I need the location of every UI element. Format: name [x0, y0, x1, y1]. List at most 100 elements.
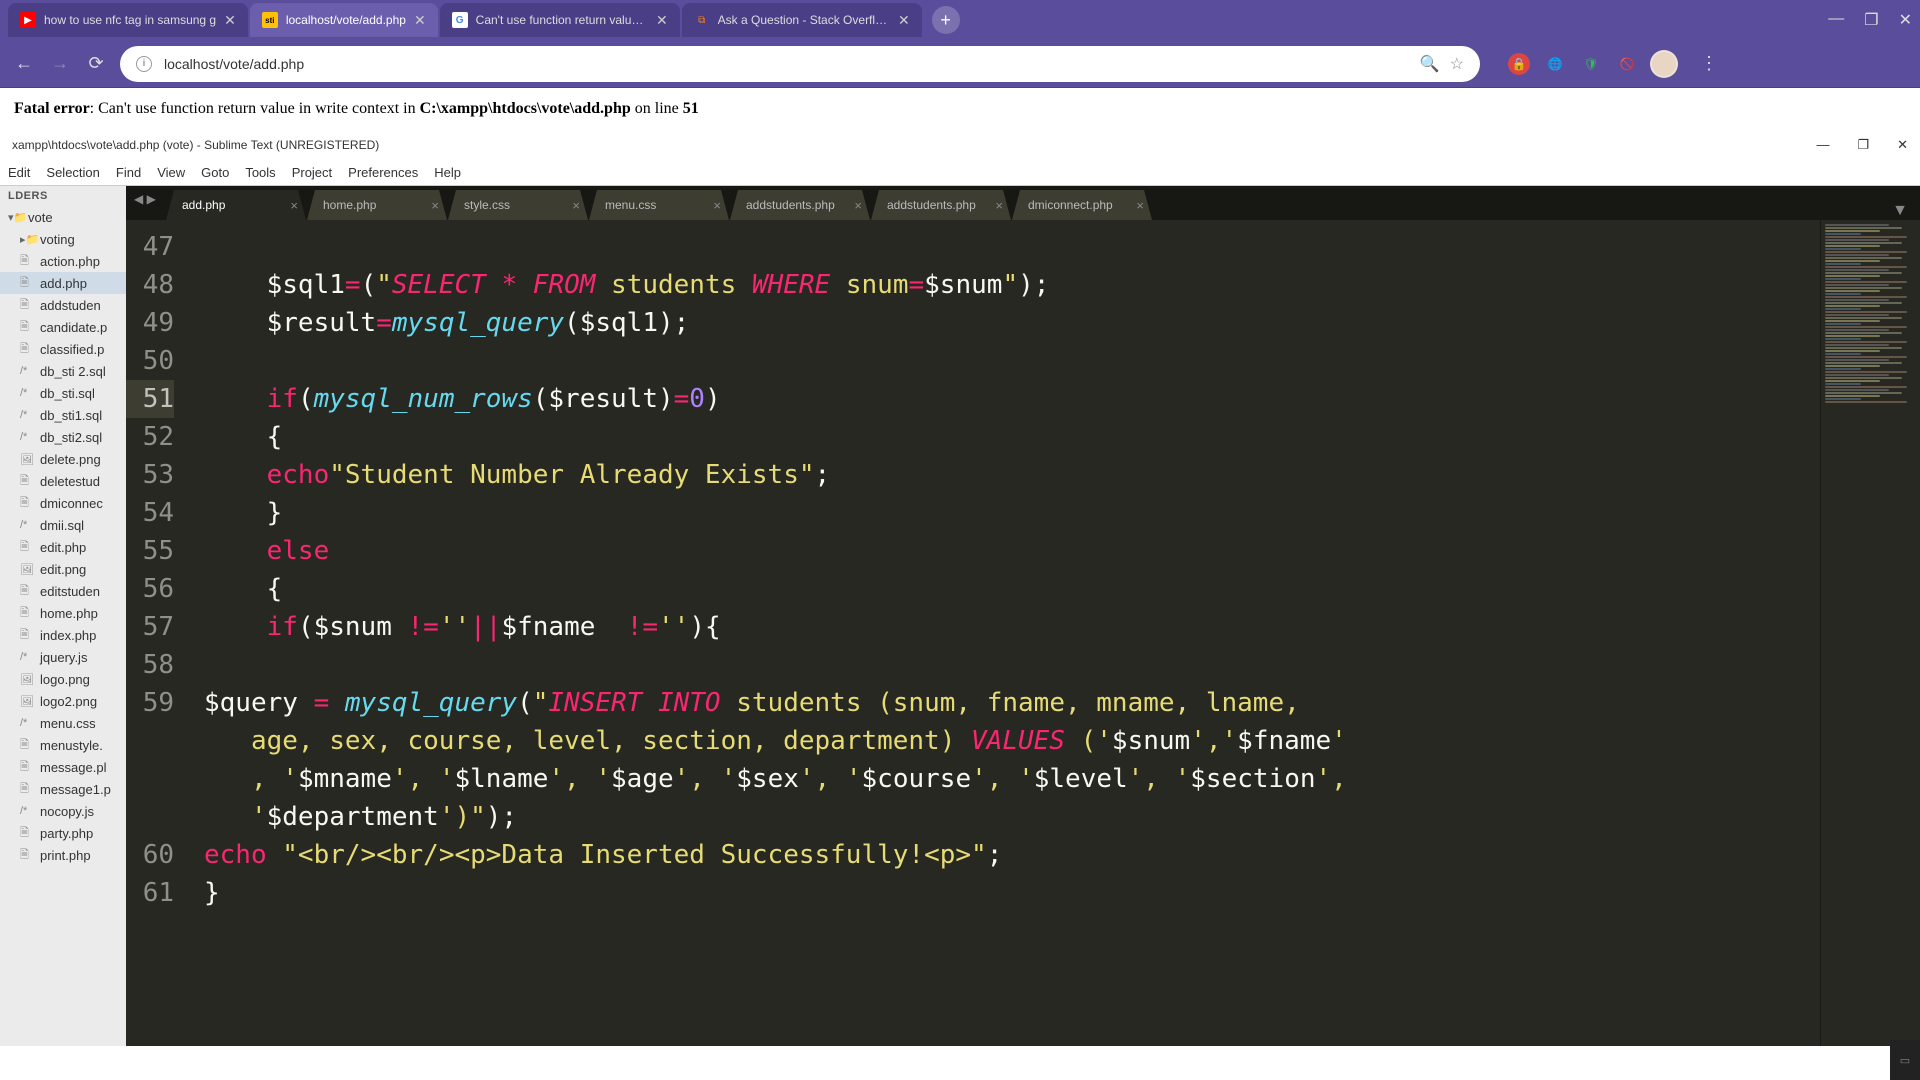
- code-line[interactable]: [204, 228, 1820, 266]
- url-input[interactable]: [164, 56, 1420, 72]
- sidebar-file[interactable]: /*menu.css: [0, 712, 126, 734]
- line-number[interactable]: 52: [126, 418, 174, 456]
- line-number[interactable]: 61: [126, 874, 174, 912]
- code-line[interactable]: {: [204, 570, 1820, 608]
- minimize-button[interactable]: —: [1816, 137, 1829, 153]
- browser-tab-youtube[interactable]: ▶ how to use nfc tag in samsung g ✕: [8, 3, 248, 37]
- sidebar-file[interactable]: 🗎add.php: [0, 272, 126, 294]
- sidebar-file[interactable]: 🗎classified.p: [0, 338, 126, 360]
- code-line[interactable]: $sql1=("SELECT * FROM students WHERE snu…: [204, 266, 1820, 304]
- sidebar-file[interactable]: 🗎party.php: [0, 822, 126, 844]
- sidebar-file[interactable]: 🗎index.php: [0, 624, 126, 646]
- close-icon[interactable]: ×: [995, 198, 1003, 213]
- code-line[interactable]: '$department')");: [204, 798, 1820, 836]
- sidebar-file[interactable]: 🖼delete.png: [0, 448, 126, 470]
- close-button[interactable]: ✕: [1899, 10, 1912, 30]
- chrome-menu-button[interactable]: ⋮: [1700, 53, 1718, 74]
- code-line[interactable]: $result=mysql_query($sql1);: [204, 304, 1820, 342]
- menu-edit[interactable]: Edit: [8, 165, 30, 180]
- code-line[interactable]: }: [204, 874, 1820, 912]
- code-line[interactable]: $query = mysql_query("INSERT INTO studen…: [204, 684, 1820, 722]
- close-icon[interactable]: ×: [431, 198, 439, 213]
- line-number[interactable]: [126, 722, 174, 760]
- code-line[interactable]: if(mysql_num_rows($result)=0): [204, 380, 1820, 418]
- tab-overflow-button[interactable]: ▼: [1880, 202, 1920, 220]
- sidebar-file[interactable]: 🗎edit.php: [0, 536, 126, 558]
- sidebar-file[interactable]: 🗎home.php: [0, 602, 126, 624]
- close-icon[interactable]: ×: [290, 198, 298, 213]
- line-number[interactable]: 60: [126, 836, 174, 874]
- editor-tab[interactable]: home.php×: [307, 190, 447, 220]
- code-line[interactable]: else: [204, 532, 1820, 570]
- close-button[interactable]: ✕: [1897, 137, 1908, 153]
- sidebar-file[interactable]: 🗎action.php: [0, 250, 126, 272]
- editor-tab[interactable]: addstudents.php×: [871, 190, 1011, 220]
- code-line[interactable]: if($snum !=''||$fname !=''){: [204, 608, 1820, 646]
- sublime-titlebar[interactable]: xampp\htdocs\vote\add.php (vote) - Subli…: [0, 130, 1920, 160]
- code-content[interactable]: $sql1=("SELECT * FROM students WHERE snu…: [186, 220, 1820, 1046]
- line-number[interactable]: 57: [126, 608, 174, 646]
- close-icon[interactable]: ✕: [898, 12, 910, 29]
- forward-button[interactable]: →: [48, 53, 72, 74]
- line-number[interactable]: 50: [126, 342, 174, 380]
- line-number[interactable]: 55: [126, 532, 174, 570]
- code-line[interactable]: , '$mname', '$lname', '$age', '$sex', '$…: [204, 760, 1820, 798]
- extension-icon[interactable]: 🛡: [1580, 53, 1602, 75]
- menu-view[interactable]: View: [157, 165, 185, 180]
- extension-icon[interactable]: 🔒: [1508, 53, 1530, 75]
- line-number-gutter[interactable]: 47484950515253545556575859 6061: [126, 220, 186, 1046]
- editor-tab[interactable]: dmiconnect.php×: [1012, 190, 1152, 220]
- sidebar-file[interactable]: 🗎editstuden: [0, 580, 126, 602]
- sidebar-file[interactable]: /*nocopy.js: [0, 800, 126, 822]
- line-number[interactable]: [126, 798, 174, 836]
- close-icon[interactable]: ×: [854, 198, 862, 213]
- menu-find[interactable]: Find: [116, 165, 141, 180]
- sidebar-file[interactable]: /*db_sti2.sql: [0, 426, 126, 448]
- close-icon[interactable]: ✕: [414, 12, 426, 29]
- maximize-button[interactable]: ❐: [1864, 10, 1878, 30]
- sidebar-file[interactable]: /*db_sti 2.sql: [0, 360, 126, 382]
- menu-tools[interactable]: Tools: [245, 165, 275, 180]
- code-line[interactable]: age, sex, course, level, section, depart…: [204, 722, 1820, 760]
- sidebar-file[interactable]: 🗎candidate.p: [0, 316, 126, 338]
- sidebar-file[interactable]: /*db_sti1.sql: [0, 404, 126, 426]
- menu-preferences[interactable]: Preferences: [348, 165, 418, 180]
- line-number[interactable]: 51: [126, 380, 174, 418]
- editor-tab[interactable]: addstudents.php×: [730, 190, 870, 220]
- line-number[interactable]: 49: [126, 304, 174, 342]
- menu-project[interactable]: Project: [292, 165, 332, 180]
- sidebar-file[interactable]: /*jquery.js: [0, 646, 126, 668]
- taskbar-peek[interactable]: ▭: [1890, 1040, 1920, 1080]
- new-tab-button[interactable]: +: [932, 6, 960, 34]
- code-line[interactable]: }: [204, 494, 1820, 532]
- menu-selection[interactable]: Selection: [46, 165, 99, 180]
- extension-icon[interactable]: 🌐: [1544, 53, 1566, 75]
- close-icon[interactable]: ×: [1136, 198, 1144, 213]
- close-icon[interactable]: ×: [572, 198, 580, 213]
- minimap[interactable]: [1820, 220, 1920, 1046]
- browser-tab-google[interactable]: G Can't use function return value in ✕: [440, 3, 680, 37]
- sidebar-file[interactable]: /*dmii.sql: [0, 514, 126, 536]
- close-icon[interactable]: ✕: [656, 12, 668, 29]
- close-icon[interactable]: ✕: [224, 12, 236, 29]
- sidebar-file[interactable]: 🖼logo.png: [0, 668, 126, 690]
- line-number[interactable]: 54: [126, 494, 174, 532]
- sidebar-file[interactable]: 🗎message.pl: [0, 756, 126, 778]
- sidebar-file[interactable]: 🖼edit.png: [0, 558, 126, 580]
- back-button[interactable]: ←: [12, 53, 36, 74]
- browser-tab-stackoverflow[interactable]: ⧉ Ask a Question - Stack Overflow ✕: [682, 3, 922, 37]
- line-number[interactable]: 53: [126, 456, 174, 494]
- sidebar-file[interactable]: 🗎print.php: [0, 844, 126, 866]
- sidebar-file[interactable]: 🗎menustyle.: [0, 734, 126, 756]
- zoom-icon[interactable]: 🔍: [1420, 54, 1440, 74]
- code-line[interactable]: [204, 646, 1820, 684]
- code-editor[interactable]: 47484950515253545556575859 6061 $sql1=("…: [126, 220, 1920, 1046]
- code-line[interactable]: {: [204, 418, 1820, 456]
- line-number[interactable]: 48: [126, 266, 174, 304]
- sidebar-file[interactable]: 🗎dmiconnec: [0, 492, 126, 514]
- profile-avatar[interactable]: [1650, 50, 1678, 78]
- close-icon[interactable]: ×: [713, 198, 721, 213]
- sidebar-folder-voting[interactable]: ▸📁voting: [0, 228, 126, 250]
- sidebar-folder-vote[interactable]: ▾📁vote: [0, 206, 126, 228]
- editor-tab[interactable]: style.css×: [448, 190, 588, 220]
